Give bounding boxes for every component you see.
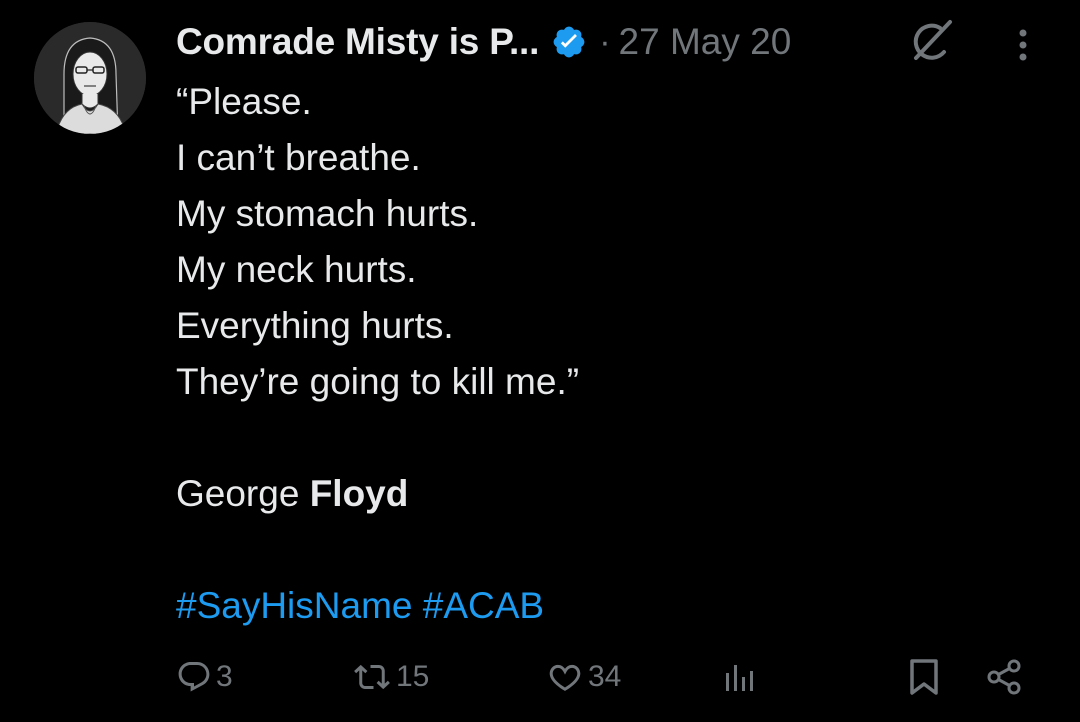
like-count: 34 bbox=[588, 660, 622, 693]
retweet-icon bbox=[352, 659, 392, 695]
tweet-line: My neck hurts. bbox=[176, 249, 417, 290]
hashtag-line: #SayHisName #ACAB bbox=[176, 578, 579, 634]
reply-button[interactable]: 3 bbox=[176, 652, 233, 702]
signature-line: George Floyd bbox=[176, 466, 579, 522]
views-button[interactable] bbox=[720, 652, 760, 702]
bookmark-button[interactable] bbox=[906, 652, 942, 702]
tweet-date[interactable]: 27 May 20 bbox=[619, 21, 792, 63]
share-icon bbox=[984, 657, 1024, 697]
retweet-count: 15 bbox=[396, 660, 430, 693]
bookmark-icon bbox=[906, 657, 942, 697]
share-button[interactable] bbox=[984, 652, 1024, 702]
avatar[interactable] bbox=[34, 22, 146, 134]
views-icon bbox=[720, 659, 760, 695]
tweet-line: I can’t breathe. bbox=[176, 137, 421, 178]
hashtag-link[interactable]: #SayHisName bbox=[176, 585, 412, 626]
tweet-text: “Please. I can’t breathe. My stomach hur… bbox=[176, 74, 579, 634]
date-separator: · bbox=[599, 22, 611, 61]
author-display-name[interactable]: Comrade Misty is P... bbox=[176, 21, 539, 63]
reply-icon bbox=[176, 659, 212, 695]
tweet: Comrade Misty is P... · 27 May 20 “Pleas… bbox=[0, 0, 1080, 722]
action-bar: 3 15 34 bbox=[0, 652, 1080, 702]
tweet-line: “Please. bbox=[176, 81, 312, 122]
reply-count: 3 bbox=[216, 660, 233, 693]
tweet-header: Comrade Misty is P... · 27 May 20 bbox=[176, 18, 791, 66]
name-bold: Floyd bbox=[309, 473, 409, 514]
tweet-line: My stomach hurts. bbox=[176, 193, 479, 234]
like-button[interactable]: 34 bbox=[546, 652, 621, 702]
grok-icon[interactable] bbox=[902, 14, 958, 70]
name-regular: George bbox=[176, 473, 300, 514]
retweet-button[interactable]: 15 bbox=[352, 652, 429, 702]
heart-icon bbox=[546, 659, 584, 695]
more-options-icon[interactable] bbox=[1008, 24, 1038, 66]
hashtag-link[interactable]: #ACAB bbox=[423, 585, 544, 626]
tweet-line: They’re going to kill me.” bbox=[176, 361, 580, 402]
verified-badge-icon[interactable] bbox=[551, 24, 587, 60]
tweet-line: Everything hurts. bbox=[176, 305, 454, 346]
